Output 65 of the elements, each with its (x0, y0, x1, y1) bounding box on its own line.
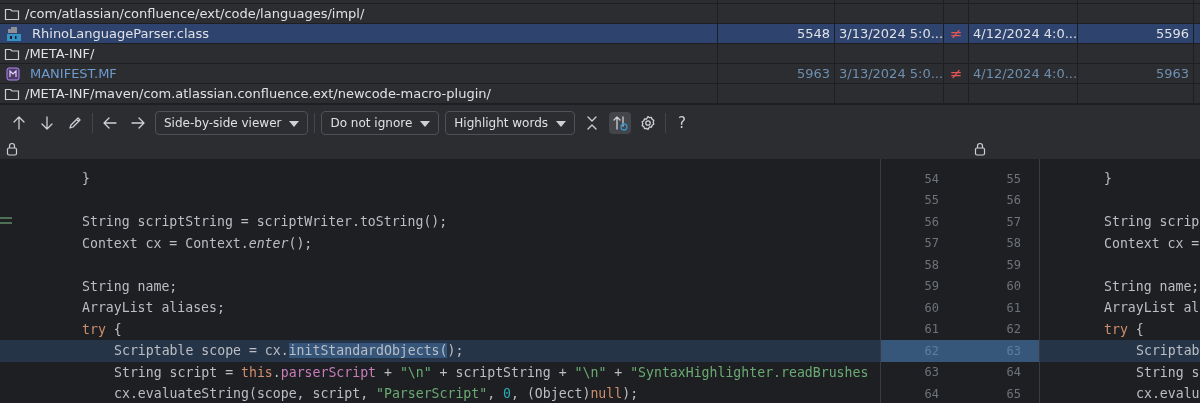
line-number: 55 (923, 193, 939, 208)
code-line: ArrayList aliases; (81, 300, 225, 316)
not-equal-sign: ≠ (949, 64, 963, 83)
lock-icon (974, 141, 986, 156)
viewer-dropdown[interactable]: Highlight words (445, 111, 576, 135)
line-number: 59 (923, 279, 939, 294)
code-line: } (81, 171, 90, 187)
file-size: 5548 (796, 26, 830, 41)
code-line: ArrayList al (1103, 300, 1200, 316)
line-number: 58 (1005, 236, 1021, 251)
line-number: 60 (923, 300, 939, 315)
file-name[interactable]: MANIFEST.MF (30, 66, 117, 81)
line-number: 59 (1005, 257, 1021, 272)
line-number: 61 (1005, 300, 1021, 315)
lock-icon (6, 141, 18, 156)
line-number: 64 (1005, 365, 1021, 380)
code-line: cx.evalu (1135, 386, 1200, 402)
file-size: 5963 (1155, 66, 1189, 81)
folder-path[interactable]: /META-INF/ (25, 46, 95, 61)
line-number: 57 (923, 236, 939, 251)
folder-path[interactable]: /com/atlassian/confluence/ext/code/languages/impl/ (25, 6, 365, 21)
line-number: 56 (1005, 193, 1021, 208)
line-number: 64 (923, 386, 939, 401)
line-number: 65 (1005, 386, 1021, 401)
modified-date: 4/12/2024 4:0... (973, 26, 1078, 41)
line-number: 57 (1005, 214, 1021, 229)
file-name[interactable]: RhinoLanguageParser.class (32, 26, 210, 41)
line-number: 60 (1005, 279, 1021, 294)
folder-path[interactable]: /META-INF/maven/com.atlassian.confluence.ext/newcode-macro-plugin/ (25, 86, 491, 101)
line-number: 58 (923, 257, 939, 272)
folder-icon (4, 6, 20, 21)
code-line: Scriptab (1135, 343, 1200, 359)
viewer-dropdown[interactable]: Side-by-side viewer (155, 111, 309, 135)
line-number: 55 (1005, 171, 1021, 186)
code-line: String script = this.parserScript + "\n" + scriptString + "\n" + "SyntaxHighlighter.readBrushes (113, 364, 869, 380)
line-number: 56 (923, 214, 939, 229)
manifest-file-icon (6, 66, 20, 81)
code-line: } (1103, 171, 1112, 187)
modified-date: 4/12/2024 4:0... (973, 66, 1078, 81)
line-number: 62 (1005, 322, 1021, 337)
code-line: String scrip (1103, 214, 1200, 230)
help-button[interactable]: ? (672, 112, 692, 134)
folder-icon (4, 46, 20, 61)
code-line: String name; (1103, 278, 1200, 294)
modified-date: 3/13/2024 5:0... (839, 26, 944, 41)
code-line: try { (81, 321, 122, 337)
file-size: 5963 (796, 66, 830, 81)
line-number: 54 (923, 171, 939, 186)
folder-icon (4, 86, 20, 101)
line-number: 61 (923, 322, 939, 337)
code-line: cx.evaluateString(scope, script, "ParserScript", 0, (Object)null); (113, 386, 639, 402)
code-line: Context cx = (1103, 235, 1200, 251)
code-line: try { (1103, 321, 1144, 337)
code-line: Scriptable scope = cx.initStandardObjects(); (113, 343, 464, 359)
code-line: Context cx = Context.enter(); (81, 235, 313, 251)
change-marker-icon (0, 217, 12, 225)
not-equal-sign: ≠ (949, 24, 963, 43)
code-line: String name; (81, 278, 178, 294)
viewer-dropdown[interactable]: Do not ignore (321, 111, 440, 135)
code-line: String scriptString = scriptWriter.toString(); (81, 214, 448, 230)
sync-scroll-icon[interactable] (609, 112, 632, 134)
modified-date: 3/13/2024 5:0... (839, 66, 944, 81)
code-line: String s (1135, 364, 1200, 380)
line-number: 63 (923, 365, 939, 380)
file-size: 5596 (1155, 26, 1189, 41)
